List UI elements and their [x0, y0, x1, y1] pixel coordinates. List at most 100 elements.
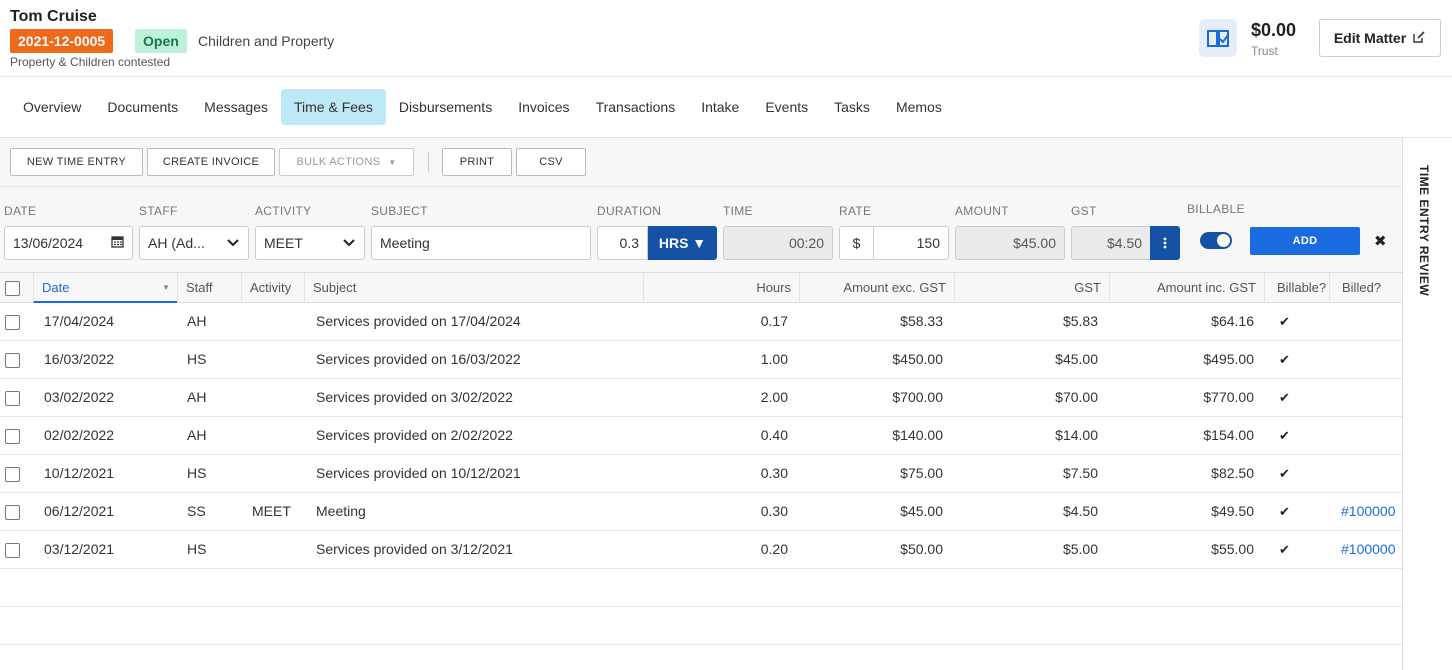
vertical-dots-icon[interactable]: [1150, 226, 1180, 260]
cell-subject: Services provided on 3/02/2022: [316, 389, 513, 405]
cell-gst: $5.83: [1062, 313, 1098, 329]
table-row[interactable]: 17/04/2024 AH Services provided on 17/04/2…: [0, 303, 1402, 341]
tab-overview[interactable]: Overview: [10, 89, 94, 125]
date-field[interactable]: 13/06/2024: [4, 226, 133, 260]
table-row[interactable]: 03/02/2022 AH Services provided on 3/02/20…: [0, 379, 1402, 417]
billable-toggle[interactable]: [1200, 232, 1232, 249]
print-button[interactable]: PRINT: [442, 148, 512, 176]
duration-input[interactable]: 0.3: [597, 226, 648, 260]
check-icon: ✔: [1279, 542, 1290, 557]
cell-date: 02/02/2022: [44, 427, 115, 443]
row-checkbox[interactable]: [5, 543, 20, 558]
tab-tasks[interactable]: Tasks: [821, 89, 883, 125]
cell-gst: $70.00: [1055, 389, 1098, 405]
cell-billed[interactable]: #100000: [1341, 531, 1402, 568]
cell-activity: MEET: [252, 503, 291, 519]
table-row[interactable]: 03/12/2021 HS Services provided on 3/12/20…: [0, 531, 1402, 569]
column-staff[interactable]: Staff: [177, 273, 241, 303]
cell-staff: SS: [187, 503, 206, 519]
cell-staff: AH: [187, 389, 207, 405]
select-all-cell: [0, 273, 33, 303]
column-subject[interactable]: Subject: [304, 273, 643, 303]
tab-documents[interactable]: Documents: [94, 89, 191, 125]
edit-matter-button[interactable]: Edit Matter: [1319, 19, 1441, 57]
tab-invoices[interactable]: Invoices: [505, 89, 582, 125]
cell-date: 17/04/2024: [44, 313, 115, 329]
tab-disbursements[interactable]: Disbursements: [386, 89, 505, 125]
cell-hours: 0.20: [760, 541, 788, 557]
subject-input[interactable]: Meeting: [371, 226, 591, 260]
column-gst[interactable]: GST: [954, 273, 1109, 303]
row-checkbox[interactable]: [5, 429, 20, 444]
cell-hours: 0.30: [760, 465, 788, 481]
cell-gst: $5.00: [1062, 541, 1098, 557]
close-icon[interactable]: ✖: [1374, 232, 1387, 250]
table-row[interactable]: 16/03/2022 HS Services provided on 16/03/2…: [0, 341, 1402, 379]
check-icon: ✔: [1279, 466, 1290, 481]
tab-memos[interactable]: Memos: [883, 89, 955, 125]
amount-field: $45.00: [955, 226, 1065, 260]
time-entry-review-label[interactable]: TIME ENTRY REVIEW: [1417, 165, 1431, 296]
time-field: 00:20: [723, 226, 833, 260]
activity-select[interactable]: MEET: [255, 226, 365, 260]
row-checkbox[interactable]: [5, 315, 20, 330]
bulk-actions-button[interactable]: BULK ACTIONS ▼: [279, 148, 414, 176]
check-icon: ✔: [1279, 352, 1290, 367]
check-icon: ✔: [1279, 504, 1290, 519]
cell-staff: HS: [187, 541, 207, 557]
matter-header: Tom Cruise 2021-12-0005 Open Children an…: [0, 0, 1452, 77]
cell-amount-ex: $700.00: [892, 389, 943, 405]
tab-time-fees[interactable]: Time & Fees: [280, 89, 386, 125]
cell-staff: HS: [187, 351, 207, 367]
activity-value: MEET: [264, 235, 303, 251]
cell-amount-ex: $50.00: [900, 541, 943, 557]
tab-intake[interactable]: Intake: [688, 89, 752, 125]
column-activity[interactable]: Activity: [241, 273, 304, 303]
column-date[interactable]: Date ▼: [33, 273, 177, 303]
cell-hours: 0.40: [760, 427, 788, 443]
csv-button[interactable]: CSV: [516, 148, 586, 176]
row-checkbox[interactable]: [5, 391, 20, 406]
cell-subject: Services provided on 16/03/2022: [316, 351, 521, 367]
add-button[interactable]: ADD: [1250, 227, 1360, 255]
cell-activity: [252, 417, 302, 454]
amount-label: AMOUNT: [955, 204, 1009, 218]
status-badge: Open: [135, 29, 187, 53]
cell-gst: $4.50: [1062, 503, 1098, 519]
rate-currency: $: [839, 226, 874, 260]
table-row[interactable]: 02/02/2022 AH Services provided on 2/02/20…: [0, 417, 1402, 455]
select-all-checkbox[interactable]: [5, 281, 20, 296]
column-billed[interactable]: Billed?: [1329, 273, 1402, 303]
empty-row: [0, 607, 1402, 645]
column-billable[interactable]: Billable?: [1264, 273, 1329, 303]
duration-unit-dropdown[interactable]: HRS ▼: [648, 226, 717, 260]
cell-billed[interactable]: #100000: [1341, 493, 1402, 530]
bulk-actions-label: BULK ACTIONS: [296, 156, 381, 168]
row-checkbox[interactable]: [5, 353, 20, 368]
new-time-entry-button[interactable]: NEW TIME ENTRY: [10, 148, 143, 176]
row-checkbox[interactable]: [5, 505, 20, 520]
caret-down-icon: ▼: [388, 157, 397, 167]
cell-amount-inc: $82.50: [1211, 465, 1254, 481]
table-row[interactable]: 06/12/2021 SS MEET Meeting 0.30 $45.00 $4.50 $4…: [0, 493, 1402, 531]
column-amount-ex[interactable]: Amount exc. GST: [799, 273, 954, 303]
cell-staff: HS: [187, 465, 207, 481]
column-amount-inc[interactable]: Amount inc. GST: [1109, 273, 1264, 303]
calendar-icon[interactable]: [111, 235, 124, 251]
tab-messages[interactable]: Messages: [191, 89, 281, 125]
cell-amount-inc: $154.00: [1203, 427, 1254, 443]
book-check-icon[interactable]: [1199, 19, 1237, 57]
create-invoice-button[interactable]: CREATE INVOICE: [147, 148, 275, 176]
edit-icon: [1412, 30, 1426, 47]
row-checkbox[interactable]: [5, 467, 20, 482]
check-icon: ✔: [1279, 314, 1290, 329]
column-hours[interactable]: Hours: [643, 273, 799, 303]
tab-transactions[interactable]: Transactions: [583, 89, 689, 125]
staff-select[interactable]: AH (Ad...: [139, 226, 249, 260]
cell-billed: [1341, 379, 1402, 416]
table-row[interactable]: 10/12/2021 HS Services provided on 10/12/2…: [0, 455, 1402, 493]
cell-activity: [252, 531, 302, 568]
cell-gst: $7.50: [1062, 465, 1098, 481]
rate-input[interactable]: 150: [873, 226, 949, 260]
tab-events[interactable]: Events: [752, 89, 821, 125]
